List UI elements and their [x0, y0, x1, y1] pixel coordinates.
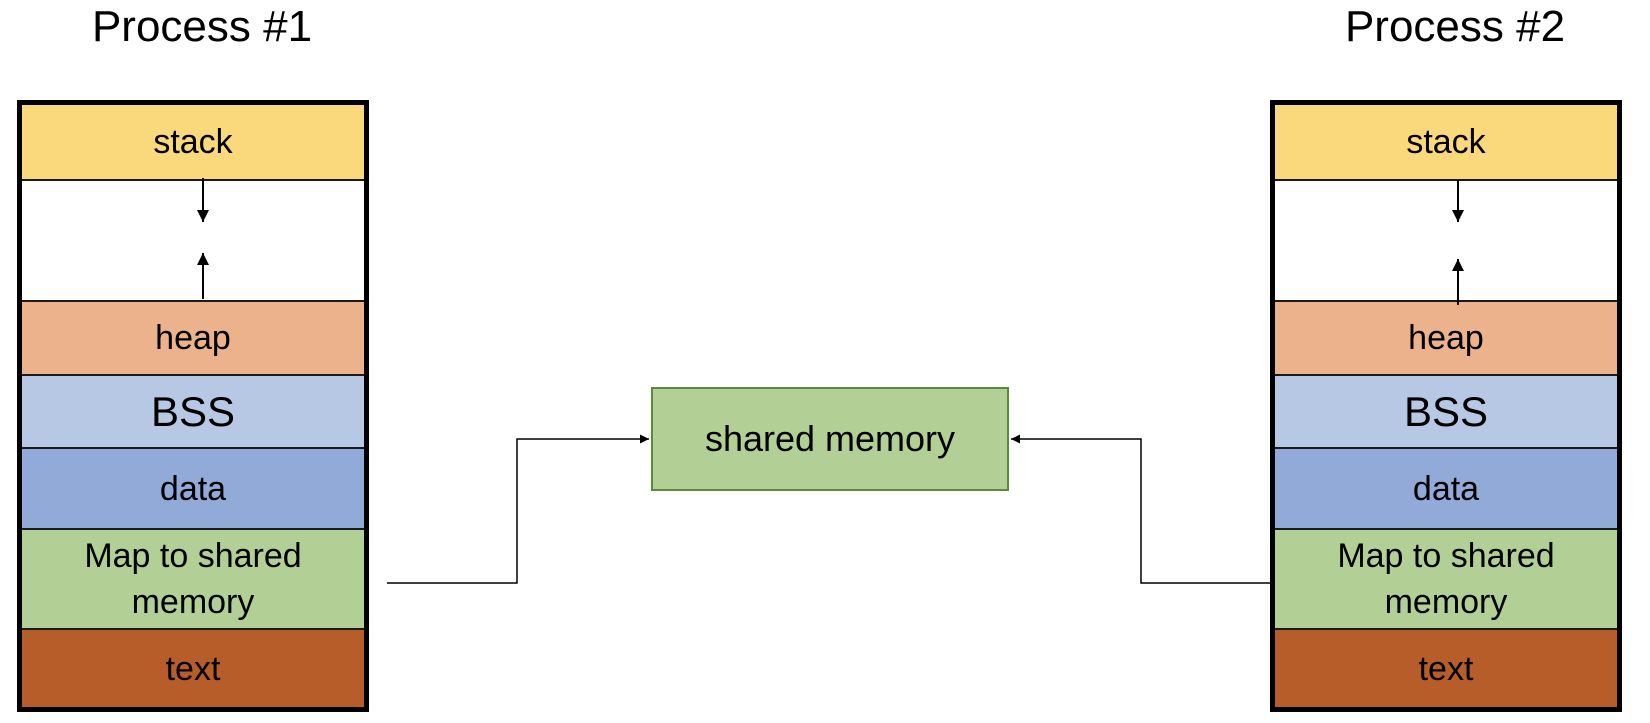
segment-map-to-shared: Map to shared memory [22, 530, 364, 630]
segment-heap: heap [1275, 302, 1617, 376]
segment-stack: stack [22, 105, 364, 181]
segment-map-to-shared: Map to shared memory [1275, 530, 1617, 630]
shared-memory-box: shared memory [651, 387, 1009, 491]
connector-p2-to-shared [1011, 434, 1270, 584]
segment-heap: heap [22, 302, 364, 376]
segment-bss: BSS [22, 376, 364, 449]
process-1-memory-layout: stack heap BSS data Map to shared memory… [17, 100, 369, 712]
process-1-title: Process #1 [91, 2, 313, 51]
process-2-memory-layout: stack heap BSS data Map to shared memory… [1270, 100, 1622, 712]
connector-p1-to-shared [387, 434, 649, 584]
segment-bss: BSS [1275, 376, 1617, 449]
process-2-title: Process #2 [1344, 2, 1566, 51]
segment-free-space [1275, 181, 1617, 302]
segment-text: text [22, 630, 364, 707]
segment-stack: stack [1275, 105, 1617, 181]
segment-text: text [1275, 630, 1617, 707]
segment-free-space [22, 181, 364, 302]
segment-data: data [1275, 449, 1617, 530]
segment-data: data [22, 449, 364, 530]
